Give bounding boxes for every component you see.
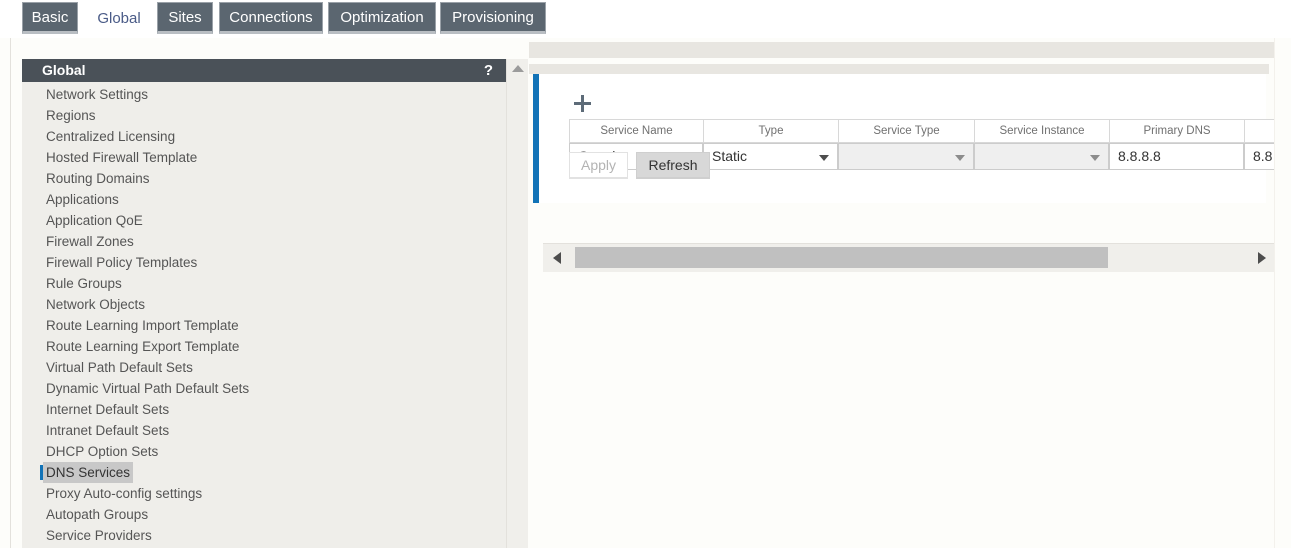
sidebar-item-virtual-path-default-sets[interactable]: Virtual Path Default Sets — [22, 357, 506, 378]
sidebar-item-label: Autopath Groups — [46, 507, 149, 522]
sidebar-item-label: Virtual Path Default Sets — [46, 360, 193, 375]
sidebar-item-regions[interactable]: Regions — [22, 105, 506, 126]
sidebar-item-autopath-groups[interactable]: Autopath Groups — [22, 504, 506, 525]
sidebar-item-network-settings[interactable]: Network Settings — [22, 84, 506, 105]
sidebar-item-label: Route Learning Import Template — [46, 318, 239, 333]
sidebar-item-label: Intranet Default Sets — [46, 423, 170, 438]
dns-services-card: Service Name Type Service Type Service Inst… — [533, 74, 1279, 272]
sidebar-item-hosted-firewall-template[interactable]: Hosted Firewall Template — [22, 147, 506, 168]
cell-dropdown — [974, 143, 1109, 170]
table-horizontal-scrollbar[interactable] — [543, 243, 1276, 272]
sidebar-item-label: Service Providers — [46, 528, 152, 543]
column-header[interactable]: Type — [703, 119, 838, 143]
help-icon[interactable]: ? — [484, 59, 493, 82]
cell-value: Static — [712, 148, 748, 164]
cell-value: 8.8 — [1253, 148, 1273, 164]
cell-dropdown[interactable]: Static — [703, 143, 838, 170]
sidebar-item-label: Centralized Licensing — [46, 129, 176, 144]
table-header-row: Service Name Type Service Type Service Inst… — [569, 119, 1279, 143]
sidebar-item-applications[interactable]: Applications — [22, 189, 506, 210]
sidebar-item-proxy-auto-config-settings[interactable]: Proxy Auto-config settings — [22, 483, 506, 504]
panel-frame-divider — [10, 38, 11, 548]
refresh-button[interactable]: Refresh — [636, 152, 710, 179]
column-header[interactable]: Service Type — [838, 119, 974, 143]
sidebar-item-label: Route Learning Export Template — [46, 339, 240, 354]
add-row-button[interactable] — [573, 94, 593, 114]
sidebar-item-list: Network Settings Regions Centralized Licen… — [22, 82, 506, 546]
sidebar-item-label: Network Objects — [46, 297, 146, 312]
scroll-right-arrow-icon[interactable] — [1258, 252, 1266, 264]
sidebar-item-centralized-licensing[interactable]: Centralized Licensing — [22, 126, 506, 147]
sidebar-item-label: Hosted Firewall Template — [46, 150, 198, 165]
page-body: Global ? Network Settings Regions Centrali… — [0, 38, 1291, 548]
chevron-down-icon — [955, 155, 965, 161]
sidebar-item-route-learning-export-template[interactable]: Route Learning Export Template — [22, 336, 506, 357]
sidebar-item-label: Rule Groups — [46, 276, 122, 291]
sidebar-item-label: Firewall Zones — [46, 234, 134, 249]
sidebar-title: Global — [42, 62, 86, 78]
scroll-left-arrow-icon[interactable] — [553, 252, 561, 264]
selected-indicator-bar — [40, 465, 43, 480]
sidebar-item-dhcp-option-sets[interactable]: DHCP Option Sets — [22, 441, 506, 462]
tab-provisioning[interactable]: Provisioning — [440, 2, 546, 34]
right-gutter — [1274, 38, 1291, 548]
global-navigation-sidebar: Global ? Network Settings Regions Centrali… — [22, 59, 506, 548]
sidebar-item-label: Regions — [46, 108, 96, 123]
main-tab-bar: Basic Global Sites Connections Optimization P… — [0, 0, 1291, 38]
table-cell: Static — [703, 143, 838, 170]
content-region: Service Name Type Service Type Service Inst… — [529, 38, 1291, 548]
toolbar-band-lower — [529, 64, 1269, 74]
sidebar-item-dns-services[interactable]: DNS Services — [22, 462, 506, 483]
sidebar-item-label: DNS Services — [43, 462, 134, 483]
table-cell — [838, 143, 974, 170]
sidebar-vertical-scrollbar[interactable] — [506, 59, 528, 548]
cell-dropdown — [838, 143, 974, 170]
chevron-down-icon — [819, 155, 829, 161]
sidebar-item-intranet-default-sets[interactable]: Intranet Default Sets — [22, 420, 506, 441]
sidebar-item-label: Proxy Auto-config settings — [46, 486, 203, 501]
sidebar-item-label: Applications — [46, 192, 119, 207]
column-header[interactable]: Service Instance — [974, 119, 1109, 143]
horizontal-scroll-thumb[interactable] — [575, 247, 1108, 268]
sidebar-item-label: Firewall Policy Templates — [46, 255, 198, 270]
apply-button[interactable]: Apply — [569, 152, 629, 179]
column-header[interactable]: Service Name — [569, 119, 703, 143]
tab-basic[interactable]: Basic — [22, 2, 78, 34]
table-cell: 8.8.8.8 — [1109, 143, 1244, 170]
sidebar-item-firewall-policy-templates[interactable]: Firewall Policy Templates — [22, 252, 506, 273]
sidebar-header: Global ? — [22, 59, 506, 82]
tab-connections[interactable]: Connections — [219, 2, 323, 34]
sidebar-item-label: Internet Default Sets — [46, 402, 170, 417]
toolbar-band-upper — [529, 42, 1274, 58]
sidebar-item-label: Routing Domains — [46, 171, 150, 186]
cell-textbox[interactable]: 8.8.8.8 — [1109, 143, 1244, 170]
sidebar-item-label: Application QoE — [46, 213, 143, 228]
sidebar-item-network-objects[interactable]: Network Objects — [22, 294, 506, 315]
tab-sites[interactable]: Sites — [157, 2, 213, 34]
sidebar-item-label: Network Settings — [46, 87, 149, 102]
chevron-down-icon — [1090, 155, 1100, 161]
sidebar-item-rule-groups[interactable]: Rule Groups — [22, 273, 506, 294]
sidebar-item-dynamic-virtual-path-default-sets[interactable]: Dynamic Virtual Path Default Sets — [22, 378, 506, 399]
tab-optimization[interactable]: Optimization — [328, 2, 436, 34]
form-actions: Apply Refresh — [569, 152, 710, 179]
sidebar-item-internet-default-sets[interactable]: Internet Default Sets — [22, 399, 506, 420]
table-cell — [974, 143, 1109, 170]
table-head: Service Name Type Service Type Service Inst… — [569, 119, 1279, 143]
sidebar-item-routing-domains[interactable]: Routing Domains — [22, 168, 506, 189]
cell-value: 8.8.8.8 — [1118, 148, 1161, 164]
sidebar-item-label: Dynamic Virtual Path Default Sets — [46, 381, 250, 396]
sidebar-item-firewall-zones[interactable]: Firewall Zones — [22, 231, 506, 252]
scroll-up-arrow-icon[interactable] — [512, 65, 524, 72]
column-header[interactable]: Primary DNS — [1109, 119, 1244, 143]
sidebar-item-application-qoe[interactable]: Application QoE — [22, 210, 506, 231]
sidebar-item-route-learning-import-template[interactable]: Route Learning Import Template — [22, 315, 506, 336]
tab-global[interactable]: Global — [90, 4, 148, 38]
app-screen: Basic Global Sites Connections Optimization P… — [0, 0, 1291, 548]
sidebar-item-service-providers[interactable]: Service Providers — [22, 525, 506, 546]
sidebar-item-label: DHCP Option Sets — [46, 444, 159, 459]
